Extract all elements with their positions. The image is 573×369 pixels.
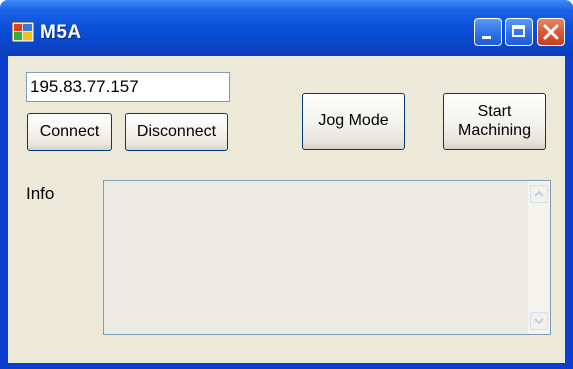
minimize-button[interactable] bbox=[474, 18, 502, 46]
maximize-button[interactable] bbox=[505, 18, 533, 46]
title-bar[interactable]: M5A bbox=[0, 0, 573, 56]
close-icon bbox=[543, 24, 559, 40]
connect-button[interactable]: Connect bbox=[27, 113, 112, 151]
vertical-scrollbar[interactable] bbox=[528, 181, 550, 334]
info-label: Info bbox=[26, 184, 55, 203]
app-window: M5A Connect Disconnect Jog Mode Start Ma… bbox=[0, 0, 573, 369]
client-area: Connect Disconnect Jog Mode Start Machin… bbox=[8, 56, 565, 363]
jog-mode-button[interactable]: Jog Mode bbox=[302, 93, 405, 150]
start-machining-label-line2: Machining bbox=[458, 121, 531, 139]
scroll-down-button[interactable] bbox=[530, 312, 548, 330]
chevron-down-icon bbox=[534, 318, 544, 325]
ip-address-input[interactable] bbox=[26, 72, 230, 102]
start-machining-label-line1: Start bbox=[477, 103, 512, 121]
start-machining-button[interactable]: Start Machining bbox=[443, 93, 546, 150]
scroll-up-button[interactable] bbox=[530, 185, 548, 203]
window-title: M5A bbox=[40, 22, 82, 43]
app-window-icon bbox=[12, 22, 34, 42]
info-textbox[interactable] bbox=[103, 180, 551, 335]
chevron-up-icon bbox=[534, 190, 544, 197]
close-button[interactable] bbox=[537, 18, 565, 46]
disconnect-button[interactable]: Disconnect bbox=[125, 113, 228, 151]
